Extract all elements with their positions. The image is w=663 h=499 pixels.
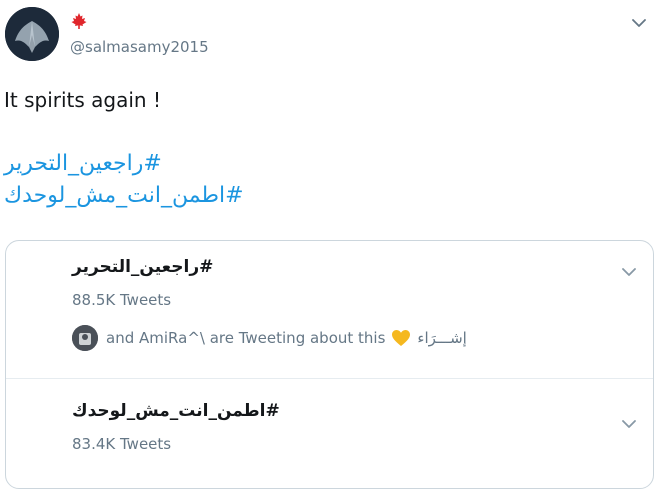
trend-tweet-count: 88.5K Tweets (72, 291, 172, 309)
avatar (72, 325, 98, 351)
trend-context-extra: إشـــرَاء (417, 329, 467, 347)
trend-item[interactable]: #اطمن_انت_مش_لوحدك 83.4K Tweets (6, 379, 653, 488)
more-options-button[interactable] (631, 14, 647, 33)
trend-options-button[interactable] (621, 263, 637, 282)
trends-card: #راجعين_التحرير 88.5K Tweets and AmiRa^\… (5, 240, 654, 489)
chevron-down-icon (632, 19, 646, 27)
trend-name[interactable]: #اطمن_انت_مش_لوحدك (72, 401, 280, 421)
maple-leaf-icon (71, 13, 87, 29)
tweet-hashtags: #راجعين_التحرير #اطمن_انت_مش_لوحدك (4, 148, 244, 212)
trend-tweet-count: 83.4K Tweets (72, 435, 172, 453)
chevron-down-icon (622, 420, 636, 428)
trend-name[interactable]: #راجعين_التحرير (72, 257, 213, 277)
hashtag-link[interactable]: #اطمن_انت_مش_لوحدك (4, 180, 244, 212)
person-icon (72, 325, 98, 351)
flag-icon (70, 12, 88, 34)
trend-context-text: and AmiRa^\ are Tweeting about this (106, 329, 386, 347)
yellow-heart-icon (391, 329, 411, 347)
tweet-text: It spirits again ! (4, 88, 161, 112)
hashtag-link[interactable]: #راجعين_التحرير (4, 148, 244, 180)
avatar[interactable] (5, 7, 59, 61)
wings-icon (5, 7, 59, 61)
chevron-down-icon (622, 268, 636, 276)
trend-context: and AmiRa^\ are Tweeting about this إشــ… (72, 325, 467, 351)
trend-options-button[interactable] (621, 415, 637, 434)
user-handle[interactable]: @salmasamy2015 (70, 38, 209, 56)
trend-item[interactable]: #راجعين_التحرير 88.5K Tweets and AmiRa^\… (6, 241, 653, 379)
